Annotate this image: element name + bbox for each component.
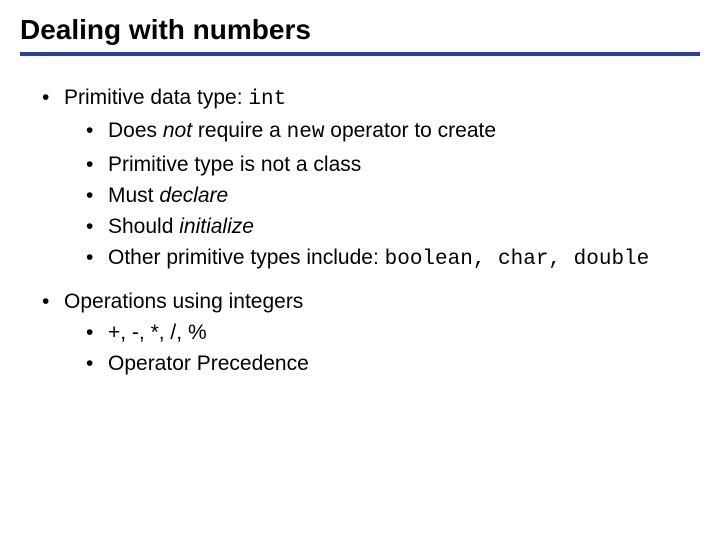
bullet-primitive-data-type: Primitive data type: int Does not requir… (42, 84, 700, 274)
text: Does (108, 119, 163, 142)
sub-bullet-other-types: Other primitive types include: boolean, … (86, 244, 700, 273)
text-italic: declare (159, 184, 228, 207)
text: Must (108, 184, 159, 207)
sub-list: Does not require a new operator to creat… (64, 117, 700, 273)
sub-bullet-operators: +, -, *, /, % (86, 319, 700, 346)
bullet-list: Primitive data type: int Does not requir… (20, 84, 700, 378)
sub-bullet-precedence: Operator Precedence (86, 350, 700, 377)
code-types: boolean, char, double (385, 248, 650, 271)
sub-bullet-not-class: Primitive type is not a class (86, 151, 700, 178)
text: Primitive data type: (64, 86, 248, 109)
text-italic: initialize (179, 215, 254, 238)
code-int: int (248, 88, 286, 111)
bullet-operations: Operations using integers +, -, *, /, % … (42, 288, 700, 378)
sub-bullet-no-new: Does not require a new operator to creat… (86, 117, 700, 146)
text: operator to create (324, 119, 496, 142)
text: Operations using integers (64, 290, 303, 313)
sub-bullet-declare: Must declare (86, 182, 700, 209)
text: require a (192, 119, 287, 142)
slide: Dealing with numbers Primitive data type… (0, 0, 720, 540)
title-rule (20, 52, 700, 56)
text: Other primitive types include: (108, 246, 385, 269)
sub-bullet-initialize: Should initialize (86, 213, 700, 240)
text-italic: not (163, 119, 192, 142)
code-new: new (287, 121, 325, 144)
text: Should (108, 215, 179, 238)
sub-list: +, -, *, /, % Operator Precedence (64, 319, 700, 378)
slide-title: Dealing with numbers (20, 14, 700, 46)
